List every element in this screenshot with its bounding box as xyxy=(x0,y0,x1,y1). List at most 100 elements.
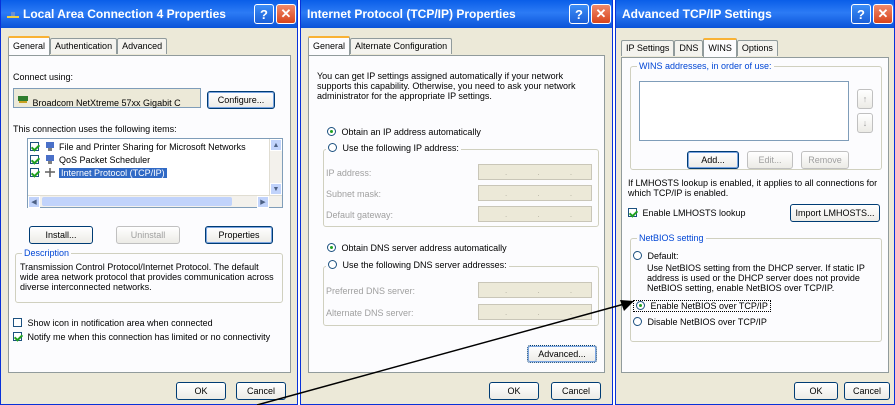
use-ip-label: Use the following IP address: xyxy=(342,143,459,153)
close-button[interactable]: ✕ xyxy=(276,4,296,24)
import-lmhosts-button[interactable]: Import LMHOSTS... xyxy=(790,204,880,222)
tab-ip-settings[interactable]: IP Settings xyxy=(621,40,675,56)
list-item[interactable]: QoS Packet Scheduler xyxy=(30,155,150,165)
default-radio[interactable] xyxy=(633,251,642,260)
item-checkbox[interactable] xyxy=(30,168,39,177)
field-dots: . . . xyxy=(505,189,587,198)
advanced-button[interactable]: Advanced... xyxy=(527,345,597,363)
move-up-button[interactable]: ↑ xyxy=(857,89,873,109)
cancel-button[interactable]: Cancel xyxy=(236,382,286,400)
network-service-icon xyxy=(45,142,55,151)
tab-dns[interactable]: DNS xyxy=(674,40,704,56)
tab-advanced[interactable]: Advanced xyxy=(117,38,168,54)
use-dns-radio[interactable] xyxy=(328,260,337,269)
scroll-down-button[interactable]: ▼ xyxy=(270,183,282,195)
arrow-down-icon: ↓ xyxy=(862,118,868,128)
item-checkbox[interactable] xyxy=(30,155,39,164)
help-button[interactable]: ? xyxy=(569,4,589,24)
disable-netbios-radio[interactable] xyxy=(633,317,642,326)
ip-address-label: IP address: xyxy=(326,168,372,178)
use-dns-option[interactable]: Use the following DNS server addresses: xyxy=(326,260,509,270)
ip-address-field[interactable]: . . . xyxy=(478,164,592,180)
scroll-right-button[interactable]: ▶ xyxy=(257,196,269,208)
tab-general[interactable]: General xyxy=(8,36,51,55)
preferred-dns-label: Preferred DNS server: xyxy=(326,286,416,296)
move-down-button[interactable]: ↓ xyxy=(857,113,873,133)
local-area-connection-properties-window: Local Area Connection 4 Properties ? ✕ G… xyxy=(0,0,298,405)
configure-button[interactable]: Configure... xyxy=(207,91,275,109)
dns-group: Use the following DNS server addresses: … xyxy=(323,260,599,326)
show-icon-checkbox[interactable] xyxy=(13,318,22,327)
enable-lmhosts-checkbox[interactable] xyxy=(628,208,637,217)
window-title: Advanced TCP/IP Settings xyxy=(622,7,772,21)
obtain-ip-option[interactable]: Obtain an IP address automatically xyxy=(327,127,481,137)
default-description: Use NetBIOS setting from the DHCP server… xyxy=(647,263,865,293)
close-button[interactable]: ✕ xyxy=(591,4,611,24)
help-button[interactable]: ? xyxy=(254,4,274,24)
scroll-up-button[interactable]: ▲ xyxy=(270,139,282,151)
tab-wins[interactable]: WINS xyxy=(703,38,737,57)
notify-checkbox[interactable] xyxy=(13,332,22,341)
default-gateway-label: Default gateway: xyxy=(326,210,394,220)
list-item-selected[interactable]: Internet Protocol (TCP/IP) xyxy=(30,168,167,178)
edit-button[interactable]: Edit... xyxy=(747,151,793,169)
enable-lmhosts-option[interactable]: Enable LMHOSTS lookup xyxy=(628,208,746,218)
list-scrollbar[interactable]: ▲ ▼ xyxy=(269,139,282,195)
enable-netbios-option[interactable]: Enable NetBIOS over TCP/IP xyxy=(633,300,771,312)
disable-netbios-option[interactable]: Disable NetBIOS over TCP/IP xyxy=(633,317,767,327)
tab-general[interactable]: General xyxy=(308,36,351,55)
alternate-dns-field[interactable]: . . . xyxy=(478,304,592,320)
subnet-mask-field[interactable]: . . . xyxy=(478,185,592,201)
description-text: Transmission Control Protocol/Internet P… xyxy=(20,262,274,292)
connect-using-label: Connect using: xyxy=(13,72,74,82)
obtain-ip-radio[interactable] xyxy=(327,127,336,136)
field-dots: . . . xyxy=(505,210,587,219)
default-gateway-field[interactable]: . . . xyxy=(478,206,592,222)
tab-authentication[interactable]: Authentication xyxy=(50,38,118,54)
close-button[interactable]: ✕ xyxy=(873,4,893,24)
item-label: Internet Protocol (TCP/IP) xyxy=(59,168,167,178)
default-option[interactable]: Default: xyxy=(633,251,679,261)
window-title: Internet Protocol (TCP/IP) Properties xyxy=(307,7,516,21)
obtain-dns-label: Obtain DNS server address automatically xyxy=(341,243,507,253)
uninstall-button[interactable]: Uninstall xyxy=(116,226,180,244)
enable-netbios-radio[interactable] xyxy=(636,301,645,310)
use-ip-option[interactable]: Use the following IP address: xyxy=(326,143,461,153)
disable-netbios-label: Disable NetBIOS over TCP/IP xyxy=(647,317,767,327)
obtain-dns-option[interactable]: Obtain DNS server address automatically xyxy=(327,243,507,253)
cancel-button[interactable]: Cancel xyxy=(844,382,890,400)
preferred-dns-field[interactable]: . . . xyxy=(478,282,592,298)
scroll-thumb[interactable] xyxy=(42,197,232,206)
remove-button[interactable]: Remove xyxy=(801,151,849,169)
cancel-button[interactable]: Cancel xyxy=(551,382,601,400)
items-listbox[interactable]: File and Printer Sharing for Microsoft N… xyxy=(27,138,283,208)
add-button[interactable]: Add... xyxy=(687,151,739,169)
adapter-display: Broadcom NetXtreme 57xx Gigabit C xyxy=(13,88,201,108)
notify-label: Notify me when this connection has limit… xyxy=(27,332,271,342)
ok-button[interactable]: OK xyxy=(794,382,838,400)
ok-button[interactable]: OK xyxy=(176,382,226,400)
list-item[interactable]: File and Printer Sharing for Microsoft N… xyxy=(30,142,246,152)
use-ip-radio[interactable] xyxy=(328,143,337,152)
ok-button[interactable]: OK xyxy=(489,382,539,400)
item-checkbox[interactable] xyxy=(30,142,39,151)
tab-options[interactable]: Options xyxy=(736,40,778,56)
notify-option[interactable]: Notify me when this connection has limit… xyxy=(13,332,270,342)
tab-alternate-configuration[interactable]: Alternate Configuration xyxy=(350,38,453,54)
help-button[interactable]: ? xyxy=(851,4,871,24)
install-button[interactable]: Install... xyxy=(29,226,93,244)
titlebar[interactable]: Local Area Connection 4 Properties xyxy=(1,0,297,28)
description-label: Description xyxy=(22,248,72,258)
tab-strip: General Authentication Advanced xyxy=(8,36,168,55)
netbios-group: NetBIOS setting Default: Use NetBIOS set… xyxy=(630,233,882,342)
show-icon-option[interactable]: Show icon in notification area when conn… xyxy=(13,318,213,328)
wins-panel: WINS addresses, in order of use: ↑ ↓ Add… xyxy=(621,57,889,373)
scroll-left-button[interactable]: ◀ xyxy=(28,196,40,208)
horizontal-scrollbar[interactable]: ◀ ▶ xyxy=(28,195,282,208)
obtain-dns-radio[interactable] xyxy=(327,243,336,252)
properties-button[interactable]: Properties xyxy=(205,226,273,244)
wins-addresses-listbox[interactable] xyxy=(639,81,849,141)
titlebar[interactable]: Internet Protocol (TCP/IP) Properties xyxy=(301,0,612,28)
enable-lmhosts-label: Enable LMHOSTS lookup xyxy=(642,208,746,218)
network-card-icon xyxy=(18,94,28,103)
